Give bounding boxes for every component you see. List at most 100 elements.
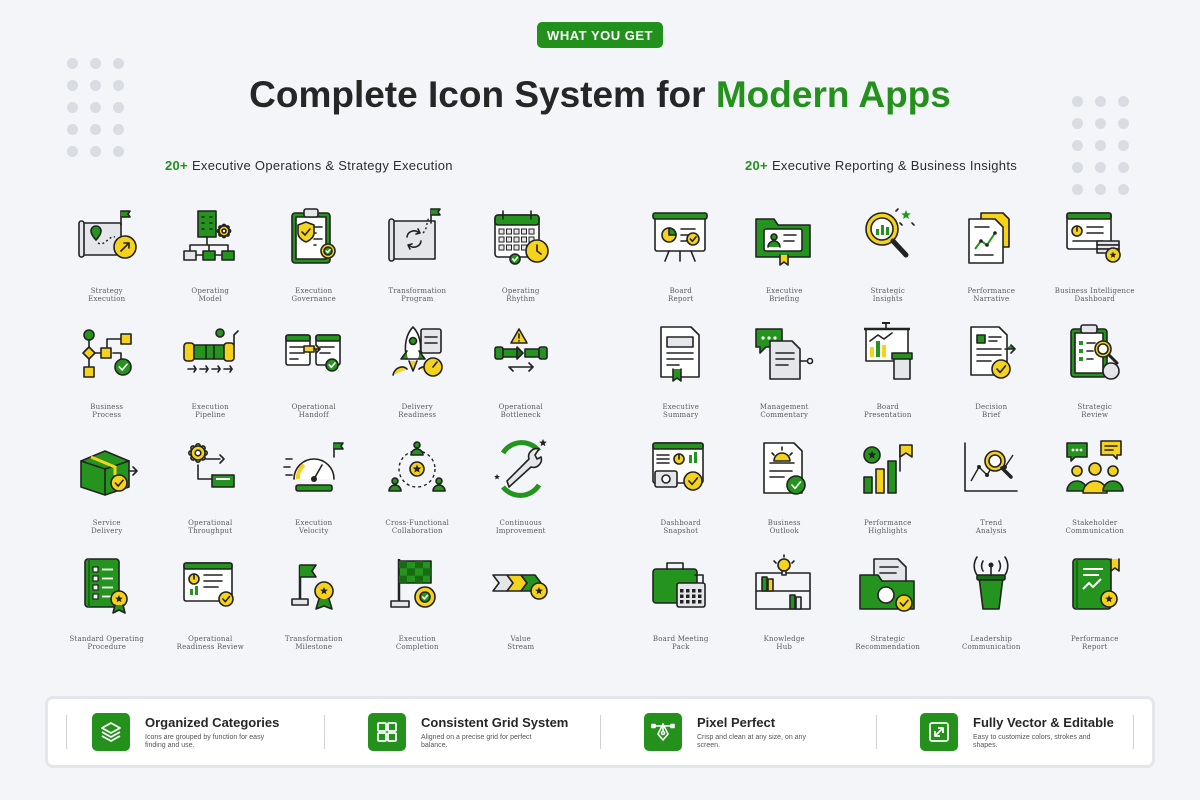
team-star-icon (388, 441, 447, 492)
icon-label-line1: Execution (398, 635, 436, 643)
icon-tile: Leadership Communication (940, 553, 1044, 669)
icon-label: Board Meeting Pack (633, 635, 729, 651)
title-main: Complete Icon System for (249, 74, 706, 115)
dashboard-stack-icon (1065, 212, 1121, 263)
icon-tile: Executive Summary (629, 321, 733, 437)
icon-label-line2: Collaboration (391, 527, 443, 535)
icon-label-line2: Review (1081, 411, 1109, 419)
resize-icon (920, 713, 958, 751)
folder-profile-icon (755, 218, 812, 266)
icon-tile: Operational Bottleneck (469, 321, 573, 437)
icon-label-line1: Service (92, 519, 121, 527)
icon-label-line2: Delivery (91, 527, 123, 535)
icon-label-line1: Operating (501, 287, 540, 295)
icon-label-line1: Continuous (499, 519, 542, 527)
icon-label-line2: Report (1082, 643, 1108, 651)
icon-label-line2: Highlights (868, 527, 908, 535)
icon-label-line2: Execution (88, 295, 126, 303)
pen-tool-icon (644, 713, 682, 751)
icon-label: Value Stream (473, 635, 569, 651)
icon-label-line1: Operational (188, 519, 233, 527)
icon-label-line1: Execution (295, 287, 333, 295)
icon-label-line1: Operational (188, 635, 233, 643)
icon-tile: Board Report (629, 205, 733, 321)
box-delivery-icon (79, 450, 138, 496)
icon-label: Executive Briefing (736, 287, 832, 303)
icon-tile: Execution Velocity (262, 437, 366, 553)
icon-label-line1: Trend (980, 519, 1003, 527)
review-clipboard-icon (1069, 324, 1120, 380)
icon-label: Operating Rhythm (473, 287, 569, 303)
feature-title: Organized Categories (145, 714, 280, 730)
icon-label-line1: Execution (191, 403, 229, 411)
feature-description: Crisp and clean at any size, on any scre… (697, 733, 806, 749)
right-section-count: 20+ (745, 158, 768, 173)
icon-label-line1: Leadership (970, 635, 1013, 643)
icon-label-line1: Standard Operating (69, 635, 145, 643)
icon-label-line2: Analysis (975, 527, 1007, 535)
brief-check-icon (970, 326, 1017, 379)
briefcase-calendar-icon (651, 562, 706, 608)
icon-label-line1: Management (759, 403, 809, 411)
icon-tile: Standard Operating Procedure (55, 553, 159, 669)
icon-label: Execution Completion (369, 635, 465, 651)
right-section-heading: 20+ Executive Reporting & Business Insigh… (745, 158, 1017, 173)
finish-flag-icon (390, 559, 437, 608)
page-title: Complete Icon System for Modern Apps (0, 74, 1200, 116)
icon-tile: Delivery Readiness (366, 321, 470, 437)
icon-label-line2: Milestone (295, 643, 333, 651)
icon-label: Continuous Improvement (473, 519, 569, 535)
icon-label-line1: Board (876, 403, 899, 411)
title-accent: Modern Apps (715, 74, 951, 115)
icon-label-line1: Board (669, 287, 692, 295)
icon-tile: Performance Narrative (940, 205, 1044, 321)
icon-tile: Strategic Insights (836, 205, 940, 321)
bookshelf-bulb-icon (755, 554, 812, 610)
right-icon-grid: Board Report Executive Briefing Strategic Ins… (629, 205, 1147, 669)
icon-tile: Business Process (55, 321, 159, 437)
icon-label-line1: Dashboard (660, 519, 701, 527)
folder-compass-icon (858, 558, 915, 612)
icon-label-line1: Business (90, 403, 124, 411)
grid-icon (368, 713, 406, 751)
icon-label-line2: Procedure (87, 643, 127, 651)
icon-tile: Executive Briefing (733, 205, 837, 321)
icon-label-line1: Strategy (90, 287, 123, 295)
icon-tile: Management Commentary (733, 321, 837, 437)
icon-tile: Board Meeting Pack (629, 553, 733, 669)
report-book-icon (1071, 558, 1120, 610)
icon-label: Executive Summary (633, 403, 729, 419)
icon-label-line2: Insights (872, 295, 903, 303)
people-chat-icon (1065, 440, 1124, 494)
pipeline-icon (183, 328, 240, 373)
roadmap-cycle-icon (388, 208, 442, 262)
process-flow-icon (81, 329, 132, 378)
icon-label-line2: Commentary (760, 411, 809, 419)
icon-tile: Execution Pipeline (159, 321, 263, 437)
icon-tile: Performance Highlights (836, 437, 940, 553)
icon-label: Dashboard Snapshot (633, 519, 729, 535)
icon-label-line2: Bottleneck (500, 411, 541, 419)
speedometer-icon (282, 442, 344, 492)
icon-label-line1: Operational (498, 403, 543, 411)
wrench-cycle-icon (493, 439, 547, 498)
icon-label: Transformation Milestone (266, 635, 362, 651)
icon-label: Business Intelligence Dashboard (1047, 287, 1143, 303)
icon-label-line1: Operational (291, 403, 336, 411)
icon-label-line1: Delivery (401, 403, 433, 411)
icon-label-line2: Pipeline (195, 411, 226, 419)
icon-tile: Knowledge Hub (733, 553, 837, 669)
icon-label-line2: Governance (291, 295, 336, 303)
icon-label-line1: Performance (967, 287, 1016, 295)
feature-title: Pixel Perfect (697, 714, 776, 730)
feature-pixel-perfect: Pixel Perfect Crisp and clean at any siz… (600, 699, 876, 765)
feature-fully-vector: Fully Vector & Editable Easy to customiz… (876, 699, 1152, 765)
icon-tile: Trend Analysis (940, 437, 1044, 553)
icon-label-line1: Business Intelligence (1054, 287, 1135, 295)
feature-description: Aligned on a precise grid for perfect ba… (421, 733, 532, 749)
icon-label: Leadership Communication (943, 635, 1039, 651)
icon-label: Execution Velocity (266, 519, 362, 535)
icon-tile: Transformation Program (366, 205, 470, 321)
icon-label-line2: Brief (982, 411, 1001, 419)
calendar-clock-icon (493, 210, 549, 265)
